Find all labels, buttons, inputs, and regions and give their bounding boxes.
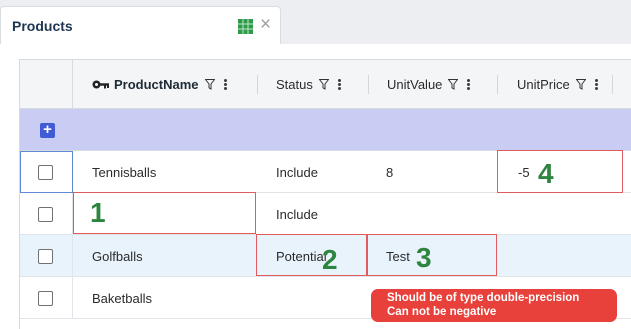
tooltip-line: Can not be negative (387, 306, 497, 318)
cell-status[interactable]: Include (276, 151, 318, 193)
column-header-productname[interactable]: ProductName (92, 60, 227, 109)
annotation-number-2: 2 (322, 244, 338, 275)
focused-row-selector (20, 151, 73, 193)
column-label: Status (276, 77, 313, 92)
row-checkbox[interactable] (38, 291, 53, 306)
column-header-unitprice[interactable]: UnitPrice (517, 60, 598, 109)
close-icon[interactable]: × (260, 15, 271, 34)
error-highlight-unitprice (497, 150, 623, 193)
column-label: ProductName (114, 77, 199, 92)
row-checkbox[interactable] (38, 249, 53, 264)
add-row-button[interactable]: + (40, 122, 55, 138)
row-selector[interactable] (20, 277, 73, 319)
cell-status[interactable]: Include (276, 193, 318, 235)
annotation-number-3: 3 (416, 242, 432, 273)
annotation-number-1: 1 (90, 197, 106, 228)
validation-tooltip: Should be of type double-precision Can n… (371, 289, 617, 322)
cell-productname[interactable]: Golfballs (92, 235, 143, 277)
annotation-number-4: 4 (538, 158, 554, 189)
spreadsheet-icon[interactable] (238, 19, 253, 34)
column-label: UnitPrice (517, 77, 570, 92)
more-vertical-icon[interactable] (337, 79, 341, 90)
more-vertical-icon[interactable] (467, 79, 471, 90)
error-highlight-status (256, 234, 368, 276)
cell-unitvalue[interactable]: 8 (386, 151, 393, 193)
row-checkbox[interactable] (38, 207, 53, 222)
filter-icon[interactable] (448, 79, 459, 90)
row-selector[interactable] (20, 193, 73, 235)
column-header-unitvalue[interactable]: UnitValue (387, 60, 471, 109)
more-vertical-icon[interactable] (223, 79, 227, 90)
column-label: UnitValue (387, 77, 443, 92)
cell-productname[interactable]: Baketballs (92, 277, 152, 319)
row-selector[interactable] (20, 235, 73, 277)
grid-header: ProductName Status UnitValue UnitPrice (20, 60, 631, 109)
key-icon (92, 80, 109, 89)
tooltip-line: Should be of type double-precision (387, 292, 580, 304)
tab-title: Products (12, 18, 73, 34)
add-row-bar: + (20, 109, 631, 151)
filter-icon[interactable] (575, 79, 586, 90)
more-vertical-icon[interactable] (594, 79, 598, 90)
tab-products[interactable]: Products × (0, 6, 281, 46)
cell-productname[interactable]: Tennisballs (92, 151, 156, 193)
filter-icon[interactable] (204, 79, 215, 90)
select-all-header (20, 60, 73, 109)
column-header-status[interactable]: Status (276, 60, 341, 109)
filter-icon[interactable] (318, 79, 329, 90)
